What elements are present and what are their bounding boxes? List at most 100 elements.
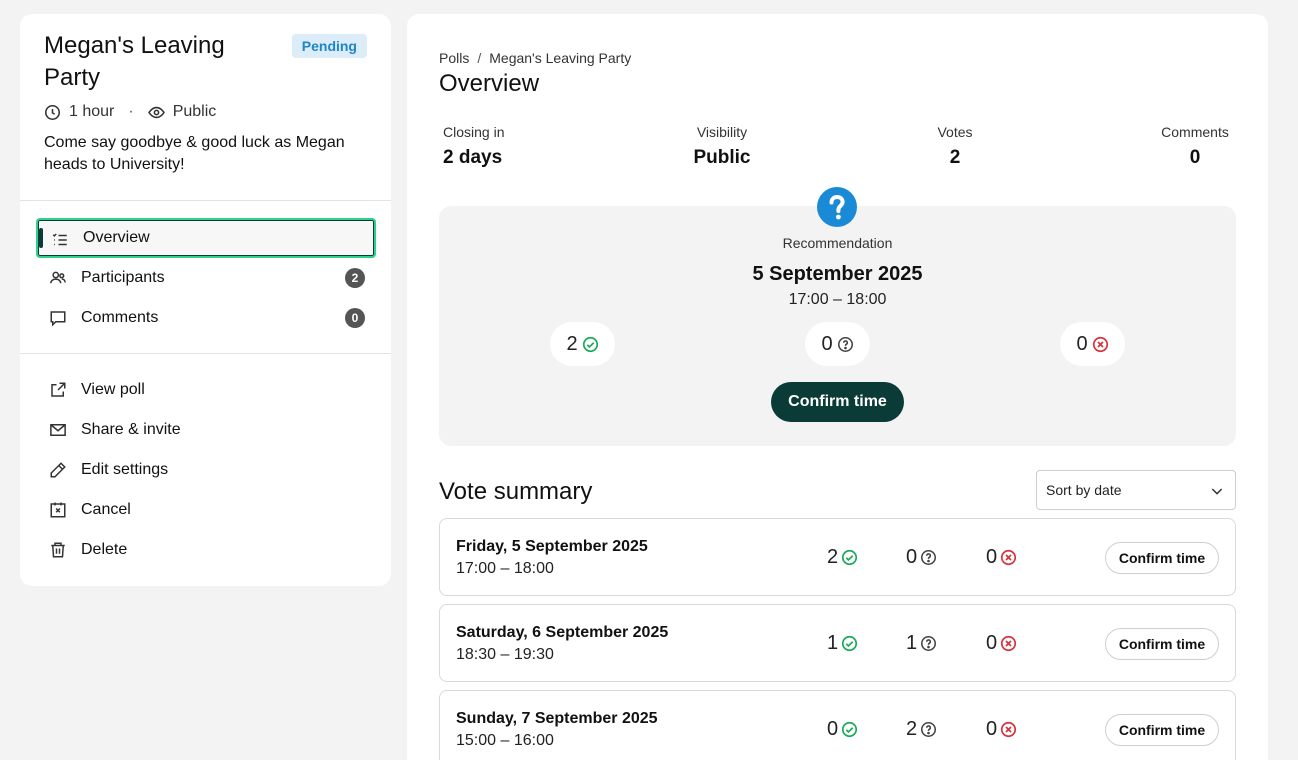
breadcrumb: Polls / Megan's Leaving Party [439,50,631,66]
poll-meta: 1 hour · Public [44,103,216,121]
recommendation-card: Recommendation 5 September 2025 17:00 – … [439,187,1236,446]
comments-count-badge: 0 [345,308,365,328]
poll-stats: Closing in 2 days Visibility Public Vote… [439,124,1236,174]
yes-count: 1 [827,632,839,654]
recommendation-date: 5 September 2025 [752,263,923,285]
confirm-time-button[interactable]: Confirm time [1105,628,1219,660]
check-circle-icon [842,721,858,738]
breadcrumb-polls-link[interactable]: Polls [439,50,469,66]
sidebar-item-overview[interactable]: Overview [36,218,376,258]
x-circle-icon [1092,336,1108,352]
page-title: Overview [439,70,540,97]
view-poll-link[interactable]: View poll [36,370,376,410]
stat-label: Closing in [443,124,505,140]
question-circle-icon [921,721,937,738]
vote-summary-row: Sunday, 7 September 2025 15:00 – 16:00 0… [439,690,1236,760]
question-circle-icon [837,336,853,352]
delete-poll-button[interactable]: Delete [36,530,376,570]
sidebar-item-comments[interactable]: Comments 0 [36,298,376,338]
check-circle-icon [842,549,858,566]
yes-count: 2 [827,546,839,568]
poll-duration: 1 hour [69,103,115,120]
sidebar-item-label: Overview [83,229,150,246]
stat-label: Comments [1161,124,1229,140]
sort-select[interactable]: Sort by date [1036,470,1236,510]
sidebar-item-label: Participants [81,269,165,286]
main-panel: Polls / Megan's Leaving Party Overview C… [407,14,1268,760]
row-no-count: 0 [986,718,1017,741]
users-icon [50,271,66,284]
divider [20,353,391,354]
stat-value: 0 [1189,147,1201,168]
row-no-count: 0 [986,546,1017,569]
row-time: 15:00 – 16:00 [456,732,554,749]
clock-icon [44,104,61,120]
no-count-pill: 0 [1060,322,1125,366]
vote-summary-row: Friday, 5 September 2025 17:00 – 18:00 2… [439,518,1236,596]
confirm-time-button[interactable]: Confirm time [1105,714,1219,746]
maybe-count: 0 [906,546,918,568]
breadcrumb-separator: / [477,50,482,66]
meta-separator: · [128,103,134,120]
stat-closing-in: Closing in 2 days [443,124,504,169]
row-time: 18:30 – 19:30 [456,646,554,663]
confirm-recommended-time-button[interactable]: Confirm time [771,382,904,422]
stat-visibility: Visibility Public [684,124,760,169]
poll-description: Come say goodbye & good luck as Megan he… [44,134,345,173]
row-yes-count: 0 [827,718,858,741]
no-count: 0 [986,546,998,568]
action-label: View poll [81,381,145,398]
no-count: 0 [1076,332,1088,355]
row-yes-count: 1 [827,632,858,655]
yes-count: 0 [827,718,839,740]
maybe-count: 2 [906,718,918,740]
row-yes-count: 2 [827,546,858,569]
vote-summary-row: Saturday, 6 September 2025 18:30 – 19:30… [439,604,1236,682]
cancel-poll-button[interactable]: Cancel [36,490,376,530]
no-count: 0 [986,718,998,740]
sidebar-nav: Overview Participants 2 Comments 0 [36,218,376,338]
row-maybe-count: 2 [906,718,937,741]
sort-select-value: Sort by date [1046,482,1122,498]
poll-actions: View poll Share & invite Edit settings C… [36,370,376,570]
mail-icon [50,424,66,436]
row-maybe-count: 0 [906,546,937,569]
trash-icon [51,542,65,558]
participants-count-badge: 2 [345,268,365,288]
poll-header: Megan's Leaving Party Pending 1 hour · P… [20,14,391,201]
chevron-down-icon [1211,488,1223,495]
row-time: 17:00 – 18:00 [456,560,554,577]
x-circle-icon [1001,635,1017,652]
maybe-count: 0 [821,332,833,355]
edit-settings-button[interactable]: Edit settings [36,450,376,490]
poll-title: Megan's Leaving Party [44,32,225,91]
confirm-time-button[interactable]: Confirm time [1105,542,1219,574]
stat-label: Votes [937,124,973,140]
share-invite-button[interactable]: Share & invite [36,410,376,450]
stat-value: 2 [949,147,961,168]
breadcrumb-current: Megan's Leaving Party [489,50,632,66]
cancel-calendar-icon [50,502,66,518]
status-badge: Pending [291,34,367,58]
maybe-count-pill: 0 [805,322,870,366]
maybe-count: 1 [906,632,918,654]
check-circle-icon [582,336,598,352]
check-circle-icon [842,635,858,652]
recommendation-time: 17:00 – 18:00 [788,291,887,308]
row-no-count: 0 [986,632,1017,655]
question-circle-icon [817,187,857,227]
sidebar-item-label: Comments [81,309,159,326]
question-circle-icon [921,635,937,652]
recommendation-label: Recommendation [782,235,893,251]
stat-value: 2 days [443,147,503,168]
no-count: 0 [986,632,998,654]
x-circle-icon [1001,721,1017,738]
eye-icon [147,106,165,118]
yes-count-pill: 2 [550,322,615,366]
poll-sidebar: Megan's Leaving Party Pending 1 hour · P… [20,14,391,586]
vote-summary-title: Vote summary [439,478,593,505]
pencil-icon [50,462,66,478]
sidebar-item-participants[interactable]: Participants 2 [36,258,376,298]
action-label: Share & invite [81,421,181,438]
stat-label: Visibility [696,124,748,140]
